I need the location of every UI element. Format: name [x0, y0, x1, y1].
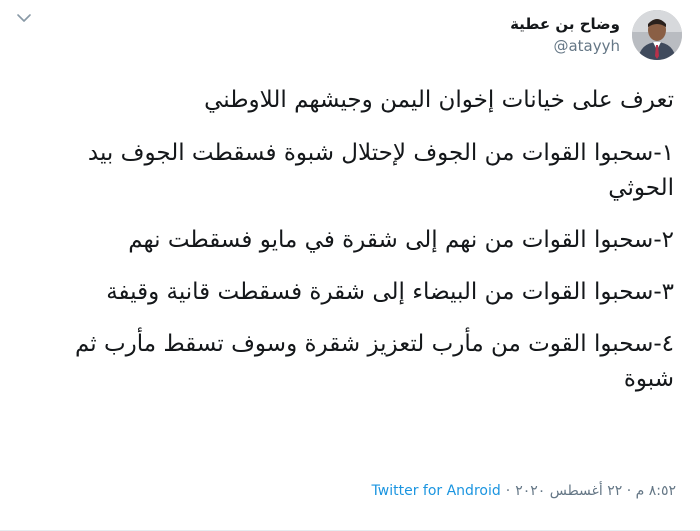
avatar[interactable] — [632, 10, 682, 60]
tweet-text: تعرف على خيانات إخوان اليمن وجيشهم اللاو… — [20, 83, 674, 397]
tweet-timestamp[interactable]: ٨:٥٢ م · ٢٢ أغسطس ٢٠٢٠ — [515, 483, 676, 499]
tweet-paragraph: ٢-سحبوا القوات من نهم إلى شقرة في مايو ف… — [128, 227, 674, 253]
tweet-header: وضاح بن عطية @atayyh — [18, 10, 682, 74]
user-handle[interactable]: @atayyh — [553, 36, 620, 56]
tweet-paragraph: تعرف على خيانات إخوان اليمن وجيشهم اللاو… — [204, 87, 674, 113]
tweet-meta: ٨:٥٢ م · ٢٢ أغسطس ٢٠٢٠ · Twitter for And… — [372, 483, 676, 499]
user-names: وضاح بن عطية @atayyh — [510, 14, 620, 56]
meta-separator: · — [505, 483, 511, 499]
display-name[interactable]: وضاح بن عطية — [510, 14, 620, 34]
tweet-card: وضاح بن عطية @atayyh تعرف على خيانات إخو… — [0, 0, 700, 531]
tweet-paragraph: ٤-سحبوا القوت من مأرب لتعزيز شقرة وسوف ت… — [74, 331, 674, 392]
tweet-source-link[interactable]: Twitter for Android — [372, 483, 501, 499]
tweet-paragraph: ١-سحبوا القوات من الجوف لإحتلال شبوة فسق… — [87, 140, 674, 201]
chevron-down-icon[interactable] — [14, 8, 34, 28]
tweet-paragraph: ٣-سحبوا القوات من البيضاء إلى شقرة فسقطت… — [106, 279, 674, 305]
